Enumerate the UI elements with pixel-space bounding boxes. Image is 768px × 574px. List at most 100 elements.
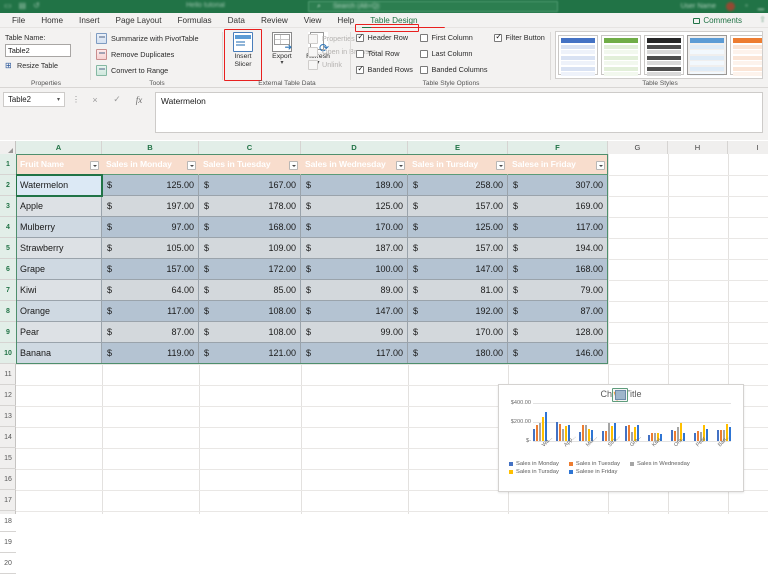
filter-dropdown-icon[interactable]: [187, 160, 196, 170]
row-header-2[interactable]: 2: [0, 175, 16, 196]
table-style-thumb-4-selected[interactable]: [687, 35, 727, 76]
summarize-with-pivottable-button[interactable]: Summarize with PivotTable: [96, 33, 199, 44]
remove-duplicates-button[interactable]: Remove Duplicates: [96, 49, 174, 60]
column-header-a[interactable]: A: [16, 141, 102, 154]
total-row-checkbox-icon[interactable]: [356, 49, 364, 58]
column-header-b[interactable]: B: [102, 141, 199, 154]
filter-dropdown-icon[interactable]: [90, 160, 99, 170]
resize-table-button[interactable]: ⊞ Resize Table: [5, 61, 58, 70]
table-cell-fruit-name[interactable]: Watermelon: [16, 174, 103, 197]
name-box[interactable]: Table2 ▾: [3, 92, 65, 107]
export-button[interactable]: Export ▾: [264, 32, 300, 66]
table-cell-value[interactable]: 87.00: [102, 322, 199, 343]
table-cell-value[interactable]: 187.00: [301, 238, 408, 259]
table-cell-fruit-name[interactable]: Banana: [16, 343, 102, 364]
filter-dropdown-icon[interactable]: [289, 160, 298, 170]
table-row[interactable]: Strawberry105.00109.00187.00157.00194.00: [16, 238, 608, 259]
column-header-d[interactable]: D: [301, 141, 408, 154]
checkbox-banded-rows[interactable]: Banded Rows: [356, 64, 413, 74]
table-cell-fruit-name[interactable]: Mulberry: [16, 217, 102, 238]
table-cell-value[interactable]: 121.00: [199, 343, 301, 364]
table-cell-value[interactable]: 125.00: [408, 217, 508, 238]
table-cell-value[interactable]: 105.00: [102, 238, 199, 259]
table-row[interactable]: Orange117.00108.00147.00192.0087.00: [16, 301, 608, 322]
select-all-corner[interactable]: [0, 141, 16, 154]
table-cell-value[interactable]: 258.00: [408, 175, 508, 196]
save-icon[interactable]: ▤: [19, 1, 27, 11]
row-header-14[interactable]: 14: [0, 427, 16, 448]
insert-function-icon[interactable]: fx: [128, 92, 150, 107]
convert-to-range-button[interactable]: Convert to Range: [96, 65, 168, 76]
row-header-11[interactable]: 11: [0, 364, 16, 385]
paste-options-icon[interactable]: [612, 388, 628, 402]
table-row[interactable]: Kiwi64.0085.0089.0081.0079.00: [16, 280, 608, 301]
insert-slicer-button[interactable]: Insert Slicer: [225, 32, 261, 68]
table-cell-value[interactable]: 117.00: [508, 217, 608, 238]
table-cell-value[interactable]: 100.00: [301, 259, 408, 280]
table-row[interactable]: Mulberry97.00168.00170.00125.00117.00: [16, 217, 608, 238]
table-cell-value[interactable]: 147.00: [408, 259, 508, 280]
tab-review[interactable]: Review: [253, 13, 296, 28]
avatar[interactable]: [726, 1, 735, 11]
export-dropdown-caret-icon[interactable]: ▾: [264, 60, 300, 66]
restore-window-icon[interactable]: ▫: [745, 1, 748, 11]
row-header-6[interactable]: 6: [0, 259, 16, 280]
table-style-thumb-2[interactable]: [601, 35, 641, 76]
table-cell-fruit-name[interactable]: Orange: [16, 301, 102, 322]
share-button[interactable]: ⇪: [759, 15, 766, 24]
name-box-caret-icon[interactable]: ▾: [57, 96, 60, 103]
table-cell-value[interactable]: 97.00: [102, 217, 199, 238]
filter-dropdown-icon[interactable]: [596, 160, 605, 170]
table-cell-value[interactable]: 170.00: [301, 217, 408, 238]
tab-page-layout[interactable]: Page Layout: [108, 13, 170, 28]
table-cell-value[interactable]: 125.00: [102, 175, 199, 196]
table-cell-value[interactable]: 170.00: [408, 322, 508, 343]
table-cell-fruit-name[interactable]: Grape: [16, 259, 102, 280]
row-header-17[interactable]: 17: [0, 490, 16, 511]
row-header-19[interactable]: 19: [0, 532, 16, 553]
table-style-thumb-1[interactable]: [558, 35, 598, 76]
table-header-cell[interactable]: Sales in Tuesday: [199, 154, 301, 175]
search-box[interactable]: ⌕ Search (Alt+Q): [308, 1, 558, 12]
enter-icon[interactable]: ✓: [106, 92, 128, 107]
table-cell-fruit-name[interactable]: Strawberry: [16, 238, 102, 259]
undo-icon[interactable]: ↺: [33, 1, 40, 11]
column-header-i[interactable]: I: [728, 141, 768, 154]
row-header-16[interactable]: 16: [0, 469, 16, 490]
first-column-checkbox-icon[interactable]: [420, 33, 428, 42]
table-cell-value[interactable]: 147.00: [301, 301, 408, 322]
table-row[interactable]: Pear87.00108.0099.00170.00128.00: [16, 322, 608, 343]
table-style-thumb-3[interactable]: [644, 35, 684, 76]
row-header-20[interactable]: 20: [0, 553, 16, 574]
row-header-18[interactable]: 18: [0, 511, 16, 532]
table-row[interactable]: Apple197.00178.00125.00157.00169.00: [16, 196, 608, 217]
filter-button-checkbox-icon[interactable]: [494, 32, 502, 42]
embedded-chart[interactable]: Chart Title $-$200.00$400.00 Wa...App...…: [498, 384, 744, 492]
table-cell-value[interactable]: 178.00: [199, 196, 301, 217]
table-cell-value[interactable]: 157.00: [408, 238, 508, 259]
table-cell-value[interactable]: 79.00: [508, 280, 608, 301]
table-cell-value[interactable]: 197.00: [102, 196, 199, 217]
table-cell-value[interactable]: 108.00: [199, 301, 301, 322]
banded-columns-checkbox-icon[interactable]: [420, 65, 428, 74]
column-header-e[interactable]: E: [408, 141, 508, 154]
table-cell-value[interactable]: 108.00: [199, 322, 301, 343]
table-cell-value[interactable]: 180.00: [408, 343, 508, 364]
row-header-7[interactable]: 7: [0, 280, 16, 301]
table-cell-value[interactable]: 109.00: [199, 238, 301, 259]
table-header-cell[interactable]: Salese in Friday: [508, 154, 608, 175]
column-header-h[interactable]: H: [668, 141, 728, 154]
tab-table-design[interactable]: Table Design: [362, 13, 426, 28]
table-cell-value[interactable]: 157.00: [102, 259, 199, 280]
table-cell-value[interactable]: 169.00: [508, 196, 608, 217]
table-cell-value[interactable]: 189.00: [301, 175, 408, 196]
header-row-checkbox-icon[interactable]: [356, 32, 364, 42]
table-styles-gallery[interactable]: [555, 31, 763, 79]
tab-view[interactable]: View: [296, 13, 330, 28]
table-cell-value[interactable]: 172.00: [199, 259, 301, 280]
table-cell-value[interactable]: 168.00: [508, 259, 608, 280]
table-header-cell[interactable]: Fruit Name: [16, 154, 102, 175]
table-cell-value[interactable]: 194.00: [508, 238, 608, 259]
table-cell-fruit-name[interactable]: Pear: [16, 322, 102, 343]
row-header-5[interactable]: 5: [0, 238, 16, 259]
